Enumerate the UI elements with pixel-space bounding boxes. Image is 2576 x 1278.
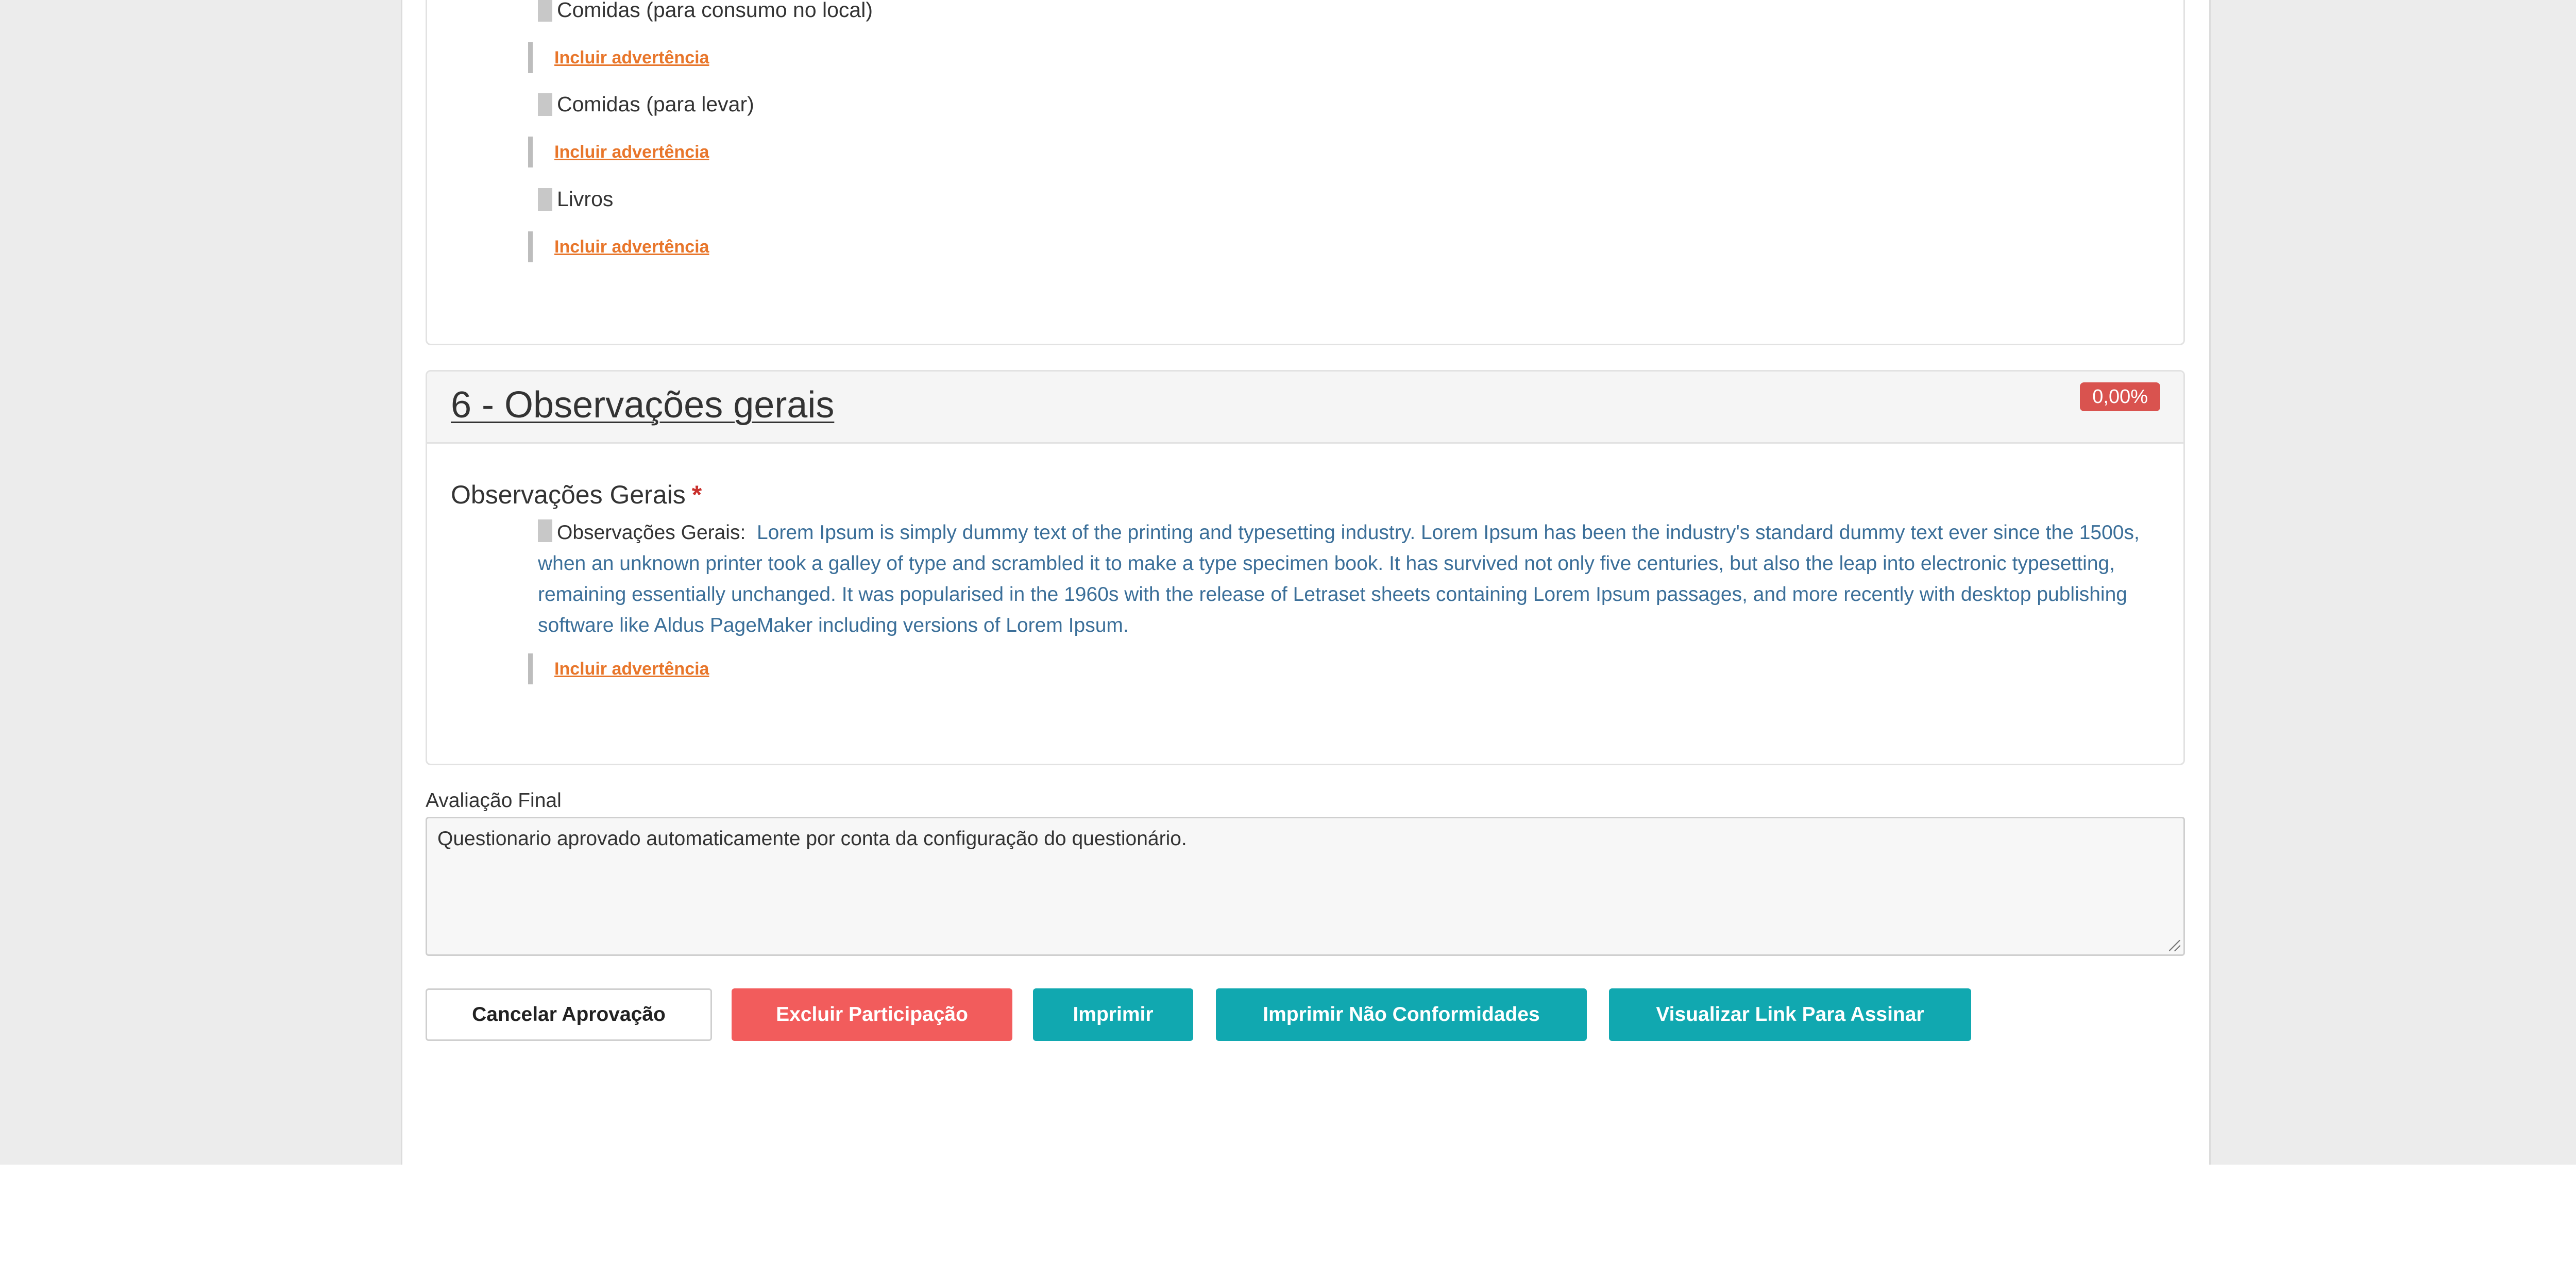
section-6-card: 6 - Observações gerais 0,00% Observações… — [426, 370, 2185, 765]
include-warning-link[interactable]: Incluir advertência — [554, 142, 709, 162]
score-badge: 0,00% — [2080, 382, 2160, 411]
section-5-card: Comidas (para consumo no local) Incluir … — [426, 0, 2185, 345]
include-warning-link[interactable]: Incluir advertência — [554, 48, 709, 68]
final-evaluation-textarea[interactable]: Questionario aprovado automaticamente po… — [426, 817, 2185, 956]
item-marker-icon — [538, 188, 552, 211]
warning-row: Incluir advertência — [528, 231, 709, 262]
warning-row: Incluir advertência — [528, 42, 709, 73]
item-marker-icon — [538, 0, 552, 22]
required-marker: * — [691, 480, 702, 509]
questionnaire-container: Comidas (para consumo no local) Incluir … — [401, 0, 2211, 1165]
view-sign-link-button[interactable]: Visualizar Link Para Assinar — [1609, 988, 1971, 1041]
item-marker-icon — [538, 519, 552, 542]
delete-participation-button[interactable]: Excluir Participação — [732, 988, 1012, 1041]
include-warning-link[interactable]: Incluir advertência — [554, 659, 709, 679]
print-nonconformities-button[interactable]: Imprimir Não Conformidades — [1216, 988, 1587, 1041]
section-6-header: 6 - Observações gerais 0,00% — [427, 372, 2183, 444]
final-evaluation-value: Questionario aprovado automaticamente po… — [437, 828, 1187, 850]
checklist-item-label: Comidas (para consumo no local) — [557, 0, 873, 22]
checklist-item-label: Livros — [557, 187, 614, 211]
field-label-text: Observações Gerais — [451, 480, 686, 509]
answer-text: Observações Gerais: Lorem Ipsum is simpl… — [538, 517, 2161, 641]
print-button[interactable]: Imprimir — [1033, 988, 1193, 1041]
include-warning-link[interactable]: Incluir advertência — [554, 237, 709, 257]
answer-body: Lorem Ipsum is simply dummy text of the … — [538, 522, 2140, 636]
checklist-item: Comidas (para levar) — [538, 92, 754, 116]
warning-row: Incluir advertência — [528, 653, 709, 684]
checklist-item: Comidas (para consumo no local) — [538, 0, 873, 22]
section-title[interactable]: 6 - Observações gerais — [451, 384, 834, 426]
item-marker-icon — [538, 93, 552, 116]
checklist-item: Livros — [538, 187, 613, 211]
field-label: Observações Gerais * — [451, 480, 702, 510]
resize-handle-icon[interactable] — [2169, 940, 2180, 951]
checklist-item-label: Comidas (para levar) — [557, 92, 754, 116]
final-evaluation-label: Avaliação Final — [426, 789, 562, 812]
answer-prefix: Observações Gerais: — [557, 522, 746, 544]
cancel-approval-button[interactable]: Cancelar Aprovação — [426, 988, 712, 1041]
warning-row: Incluir advertência — [528, 137, 709, 167]
